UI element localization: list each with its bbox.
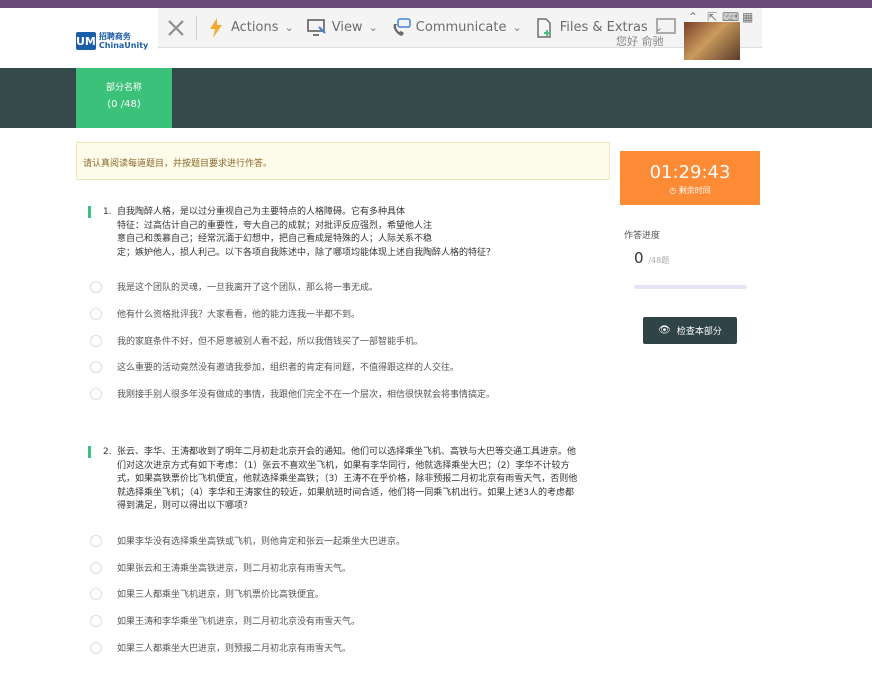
- radio-button[interactable]: [90, 334, 102, 347]
- option-text: 如果三人都乘坐大巴进京，则预报二月初北京有雨雪天气。: [117, 644, 352, 654]
- actions-menu[interactable]: Actions ⌄: [199, 8, 300, 48]
- actions-label: Actions: [231, 20, 279, 35]
- webcam-preview: [684, 22, 740, 60]
- progress-count: 0 /48题: [634, 249, 669, 267]
- option-q2-e[interactable]: 如果三人都乘坐大巴进京，则预报二月初北京有雨雪天气。: [90, 641, 351, 654]
- radio-button[interactable]: [90, 307, 102, 320]
- option-q1-d[interactable]: 这么重要的活动竟然没有邀请我参加，组织者的肯定有问题，不值得跟这样的人交往。: [90, 360, 459, 373]
- question-marker: [88, 446, 91, 458]
- option-q1-c[interactable]: 我的家庭条件不好，但不愿意被别人看不起，所以我借钱买了一部智能手机。: [90, 334, 423, 347]
- radio-button[interactable]: [90, 587, 102, 600]
- chevron-down-icon: ⌄: [368, 21, 378, 34]
- option-text: 他有什么资格批评我？大家看看，他的能力连我一半都不到。: [117, 310, 361, 320]
- communicate-menu[interactable]: Communicate ⌄: [384, 8, 528, 48]
- review-section-label: 检查本部分: [676, 327, 722, 337]
- grid-icon[interactable]: ▦: [742, 10, 753, 24]
- instruction-notice: 请认真阅读每道题目，并按题目要求进行作答。: [76, 142, 610, 180]
- progress-label: 作答进度: [624, 231, 661, 241]
- option-text: 如果三人都乘坐飞机进京，则飞机票价比高铁便宜。: [117, 590, 325, 600]
- review-section-button[interactable]: 👁 检查本部分: [643, 317, 737, 344]
- radio-button[interactable]: [90, 561, 102, 574]
- option-q1-b[interactable]: 他有什么资格批评我？大家看看，他的能力连我一半都不到。: [90, 307, 360, 320]
- progress-bar: [634, 285, 747, 289]
- logo-text: 招聘商务 ChinaUnity: [98, 32, 149, 50]
- view-label: View: [331, 20, 363, 35]
- lightning-icon: [205, 17, 227, 39]
- progress-answered: 0: [634, 249, 644, 267]
- section-count: (0 /48): [107, 99, 141, 110]
- radio-button[interactable]: [90, 280, 102, 293]
- option-text: 我的家庭条件不好，但不愿意被别人看不起，所以我借钱买了一部智能手机。: [117, 337, 424, 347]
- timer-label: ◷ 剩余时间: [669, 186, 711, 195]
- option-text: 我是这个团队的灵魂，一旦我离开了这个团队，那么将一事无成。: [117, 283, 379, 293]
- eye-icon: 👁: [658, 325, 671, 336]
- close-icon[interactable]: [158, 8, 194, 48]
- user-greeting: 您好 俞驰: [616, 35, 664, 48]
- option-text: 如果张云和王涛乘坐高铁进京，则二月初北京有雨雪天气。: [117, 564, 352, 574]
- chevron-down-icon: ⌄: [284, 21, 294, 34]
- option-q2-d[interactable]: 如果王涛和李华乘坐飞机进京，则二月初北京没有雨雪天气。: [90, 614, 360, 627]
- option-q1-e[interactable]: 我刚接手别人很多年没有做成的事情，我跟他们完全不在一个层次，相信很快就会将事情搞…: [90, 387, 495, 400]
- question-number: 2.: [103, 447, 112, 457]
- chevron-down-icon: ⌄: [512, 21, 522, 34]
- question-stem: 张云、李华、王涛都收到了明年二月初赴北京开会的通知。他们可以选择乘坐飞机、高铁与…: [117, 447, 578, 511]
- monitor-icon: [306, 17, 328, 39]
- question-number: 1.: [103, 207, 112, 217]
- option-text: 这么重要的活动竟然没有邀请我参加，组织者的肯定有问题，不值得跟这样的人交往。: [117, 363, 460, 373]
- question-1: 1. 自我陶醉人格，是以过分重视自己为主要特点的人格障碍。它有多种具体 特征：过…: [88, 206, 608, 260]
- radio-button[interactable]: [90, 387, 102, 400]
- company-logo: UM 招聘商务 ChinaUnity: [76, 30, 156, 52]
- logo-mark: UM: [76, 32, 96, 50]
- radio-button[interactable]: [90, 641, 102, 654]
- question-marker: [88, 206, 91, 218]
- question-stem: 自我陶醉人格，是以过分重视自己为主要特点的人格障碍。它有多种具体 特征：过高估计…: [117, 207, 496, 258]
- chat-phone-icon: [390, 17, 412, 39]
- timer-value: 01:29:43: [649, 162, 731, 183]
- toolbar-divider: [196, 15, 197, 40]
- radio-button[interactable]: [90, 614, 102, 627]
- option-q2-a[interactable]: 如果李华没有选择乘坐高铁或飞机，则他肯定和张云一起乘坐大巴进京。: [90, 534, 405, 547]
- option-q1-a[interactable]: 我是这个团队的灵魂，一旦我离开了这个团队，那么将一事无成。: [90, 280, 378, 293]
- view-menu[interactable]: View ⌄: [300, 8, 384, 48]
- option-text: 如果李华没有选择乘坐高铁或飞机，则他肯定和张云一起乘坐大巴进京。: [117, 537, 406, 547]
- section-name: 部分名称: [105, 83, 142, 93]
- radio-button[interactable]: [90, 360, 102, 373]
- question-2: 2. 张云、李华、王涛都收到了明年二月初赴北京开会的通知。他们可以选择乘坐飞机、…: [88, 446, 608, 514]
- countdown-timer: 01:29:43 ◷ 剩余时间: [620, 151, 760, 205]
- window-restore-icon[interactable]: [656, 18, 676, 34]
- communicate-label: Communicate: [415, 20, 507, 35]
- section-tab[interactable]: 部分名称 (0 /48): [76, 68, 172, 128]
- timer-label-text: 剩余时间: [678, 186, 711, 195]
- file-plus-icon: [534, 17, 556, 39]
- option-q2-c[interactable]: 如果三人都乘坐飞机进京，则飞机票价比高铁便宜。: [90, 587, 324, 600]
- option-text: 我刚接手别人很多年没有做成的事情，我跟他们完全不在一个层次，相信很快就会将事情搞…: [117, 390, 496, 400]
- option-q2-b[interactable]: 如果张云和王涛乘坐高铁进京，则二月初北京有雨雪天气。: [90, 561, 351, 574]
- progress-total: /48题: [648, 256, 670, 265]
- option-text: 如果王涛和李华乘坐飞机进京，则二月初北京没有雨雪天气。: [117, 617, 361, 627]
- radio-button[interactable]: [90, 534, 102, 547]
